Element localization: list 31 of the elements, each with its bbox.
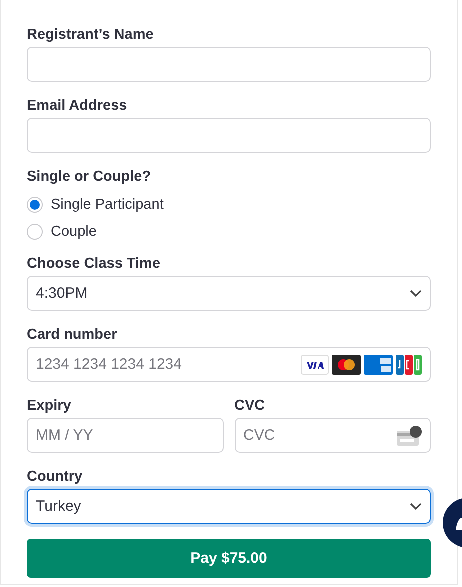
cvc-field[interactable]: CVC <box>234 418 431 453</box>
card-logo-icon <box>301 354 329 374</box>
field-label: Email Address <box>27 97 128 115</box>
field-label: Choose Class Time <box>27 255 161 273</box>
chat-bubble-icon[interactable] <box>443 498 462 548</box>
field-label: Country <box>27 468 83 486</box>
text-input[interactable]: 1234 1234 1234 1234 <box>36 356 301 373</box>
card-logo-icon <box>332 354 361 374</box>
card-logo-icon <box>364 354 393 374</box>
radio-button[interactable] <box>27 224 43 240</box>
card-number-field[interactable]: 1234 1234 1234 1234 <box>27 347 431 382</box>
pay-button[interactable]: Pay $75.00 <box>27 539 431 578</box>
input-field[interactable]: MM / YY <box>27 418 224 453</box>
field-label: Registrant’s Name <box>27 26 154 44</box>
card-logo-icon <box>396 354 422 374</box>
input-field[interactable] <box>27 47 431 82</box>
text-input[interactable]: MM / YY <box>36 427 214 444</box>
option-label: Couple <box>51 224 97 240</box>
chevron-down-icon <box>410 290 422 297</box>
chevron-down-icon <box>410 503 422 510</box>
radio-button[interactable] <box>27 196 43 212</box>
input-field[interactable] <box>27 118 431 153</box>
cvc-card-icon <box>397 426 422 446</box>
select-dropdown[interactable]: 4:30PM <box>27 276 431 311</box>
text-input[interactable]: CVC <box>244 427 397 444</box>
option-label: Single Participant <box>51 196 164 212</box>
field-label: Card number <box>27 326 118 344</box>
field-label: Expiry <box>27 397 72 415</box>
field-label: CVC <box>234 397 266 415</box>
field-label: Single or Couple? <box>27 168 152 186</box>
select-dropdown[interactable]: Turkey <box>27 489 431 524</box>
